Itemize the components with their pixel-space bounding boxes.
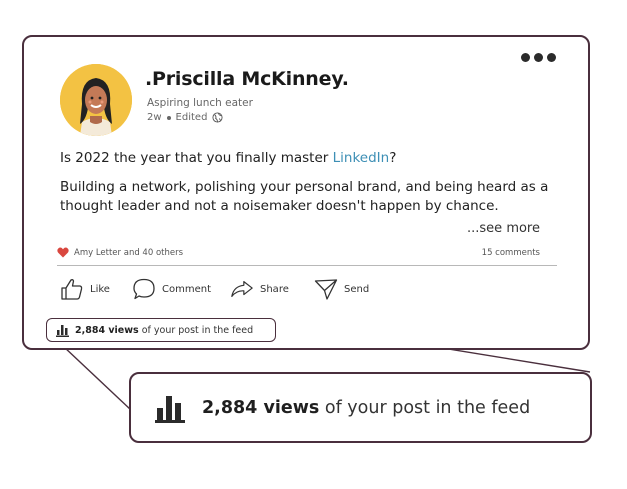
share-label: Share <box>260 283 289 295</box>
more-dot <box>547 53 556 62</box>
reactions-summary[interactable]: Amy Letter and 40 others <box>57 247 183 258</box>
linkedin-link[interactable]: LinkedIn <box>333 150 390 166</box>
thumbs-up-icon <box>61 279 83 300</box>
views-badge-small[interactable]: 2,884 views of your post in the feed <box>46 318 276 342</box>
views-suffix-small: of your post in the feed <box>138 324 254 336</box>
globe-icon <box>212 112 223 123</box>
action-bar: Like Comment Share Send <box>60 277 460 307</box>
send-label: Send <box>344 283 370 295</box>
comments-count[interactable]: 15 comments <box>482 248 540 258</box>
views-text-small: 2,884 views of your post in the feed <box>75 325 253 336</box>
views-suffix-zoomed: of your post in the feed <box>319 397 531 418</box>
views-badge-zoomed: 2,884 views of your post in the feed <box>129 372 592 443</box>
paper-plane-icon <box>314 279 338 300</box>
comment-label: Comment <box>162 283 211 295</box>
like-label: Like <box>90 283 110 295</box>
avatar[interactable] <box>60 64 132 136</box>
author-name[interactable]: .Priscilla McKinney. <box>145 68 349 90</box>
views-text-zoomed: 2,884 views of your post in the feed <box>202 398 530 418</box>
like-button[interactable]: Like <box>60 277 110 301</box>
speech-bubble-icon <box>133 278 155 300</box>
more-dot <box>521 53 530 62</box>
bar-chart-icon <box>56 324 69 337</box>
more-dot <box>534 53 543 62</box>
author-headline: Aspiring lunch eater <box>147 97 253 109</box>
heart-icon <box>57 247 69 258</box>
post-body: Building a network, polishing your perso… <box>60 179 549 214</box>
edited-label: Edited <box>175 112 208 123</box>
post-question: Is 2022 the year that you finally master… <box>60 150 396 166</box>
share-arrow-icon <box>231 281 253 297</box>
comment-button[interactable]: Comment <box>132 277 211 301</box>
send-button[interactable]: Send <box>314 277 369 301</box>
reactions-text: Amy Letter and 40 others <box>74 247 184 258</box>
see-more-link[interactable]: ...see more <box>467 221 540 236</box>
avatar-portrait-icon <box>60 64 132 136</box>
bar-chart-icon <box>155 395 185 423</box>
question-mark: ? <box>389 150 397 166</box>
post-card: .Priscilla McKinney. Aspiring lunch eate… <box>22 35 590 350</box>
share-button[interactable]: Share <box>230 277 289 301</box>
linkedin-post-illustration: .Priscilla McKinney. Aspiring lunch eate… <box>0 0 627 489</box>
views-count-zoomed: 2,884 views <box>202 397 320 418</box>
views-count-small: 2,884 views <box>75 324 139 336</box>
question-text: Is 2022 the year that you finally master <box>60 150 333 166</box>
more-options-icon[interactable] <box>521 53 556 62</box>
post-age: 2w <box>147 112 162 123</box>
divider <box>57 265 557 266</box>
separator-dot <box>166 115 171 120</box>
post-meta: 2w Edited <box>147 112 223 123</box>
